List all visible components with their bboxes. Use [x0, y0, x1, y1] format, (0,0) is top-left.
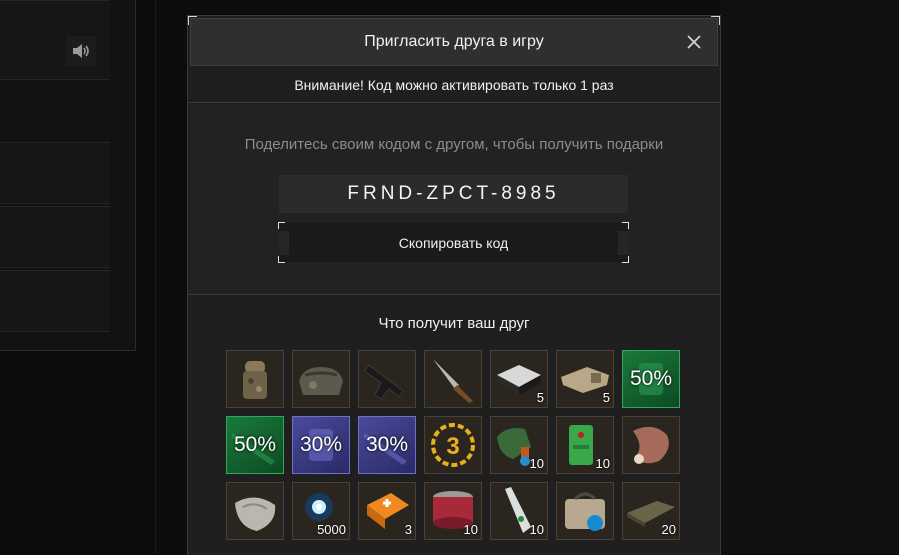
background-row	[0, 206, 110, 268]
reward-item[interactable]: 10	[424, 482, 482, 540]
discount-percent: 50%	[629, 367, 673, 390]
background-divider	[155, 0, 156, 554]
item-quantity: 10	[529, 522, 544, 537]
item-quantity: 10	[463, 522, 478, 537]
camo-bag-icon	[299, 367, 343, 395]
reward-item[interactable]	[622, 416, 680, 474]
svg-text:3: 3	[446, 433, 459, 460]
reward-item[interactable]: 20	[622, 482, 680, 540]
speaker-icon[interactable]	[66, 36, 96, 66]
pistol-icon	[364, 364, 404, 400]
friend-code: FRND-ZPCT-8985	[279, 175, 628, 213]
item-quantity: 10	[595, 456, 610, 471]
copy-code-button[interactable]: Скопировать код	[278, 222, 629, 263]
rewards-grid: 5 5 50% 50% 30% 30% 3 10 10 5000 3 10 10…	[226, 350, 686, 540]
discount-percent: 50%	[233, 433, 277, 456]
close-icon[interactable]	[683, 31, 705, 53]
reward-item[interactable]	[226, 350, 284, 408]
item-quantity: 5	[536, 390, 544, 405]
reward-item[interactable]	[226, 482, 284, 540]
background-right-area	[720, 0, 899, 554]
reward-item[interactable]: 5000	[292, 482, 350, 540]
share-instructions: Поделитесь своим кодом с другом, чтобы п…	[244, 136, 664, 153]
reward-item[interactable]: 10	[490, 482, 548, 540]
reward-item[interactable]: 50%	[226, 416, 284, 474]
reward-item[interactable]: 10	[556, 416, 614, 474]
medical-bag-icon	[565, 492, 605, 531]
background-panel	[0, 0, 136, 351]
cash-roll-icon	[235, 497, 276, 531]
meat-icon	[633, 426, 669, 464]
discount-percent: 30%	[365, 433, 409, 456]
level-3-badge-icon: 3	[431, 423, 475, 467]
knife-icon	[433, 359, 473, 403]
reward-item[interactable]: 50%	[622, 350, 680, 408]
item-quantity: 5	[602, 390, 610, 405]
reward-item[interactable]: 3	[358, 482, 416, 540]
corner-decoration	[278, 222, 285, 229]
reward-item[interactable]	[358, 350, 416, 408]
item-quantity: 3	[404, 522, 412, 537]
corner-decoration	[278, 256, 285, 263]
camo-armor-icon	[243, 361, 267, 399]
share-section: Поделитесь своим кодом с другом, чтобы п…	[188, 104, 720, 295]
reward-item[interactable]: 30%	[358, 416, 416, 474]
corner-decoration	[622, 222, 629, 229]
reward-item[interactable]: 30%	[292, 416, 350, 474]
corner-decoration	[622, 256, 629, 263]
reward-item[interactable]: 3	[424, 416, 482, 474]
reward-item[interactable]	[556, 482, 614, 540]
button-edge	[279, 231, 289, 255]
invite-friend-modal: Пригласить друга в игру Внимание! Код мо…	[187, 15, 721, 555]
reward-item[interactable]	[292, 350, 350, 408]
reward-item[interactable]: 5	[556, 350, 614, 408]
copy-code-label: Скопировать код	[398, 234, 509, 251]
item-quantity: 10	[529, 456, 544, 471]
button-edge	[618, 231, 628, 255]
rewards-title: Что получит ваш друг	[378, 315, 530, 332]
reward-item[interactable]	[424, 350, 482, 408]
modal-title: Пригласить друга в игру	[364, 33, 544, 50]
background-row	[0, 142, 110, 204]
warning-text: Внимание! Код можно активировать только …	[188, 68, 720, 103]
discount-percent: 30%	[299, 433, 343, 456]
modal-header: Пригласить друга в игру	[190, 18, 718, 66]
background-row	[0, 270, 110, 332]
item-quantity: 5000	[317, 522, 346, 537]
item-quantity: 20	[661, 522, 676, 537]
reward-item[interactable]: 5	[490, 350, 548, 408]
reward-item[interactable]: 10	[490, 416, 548, 474]
